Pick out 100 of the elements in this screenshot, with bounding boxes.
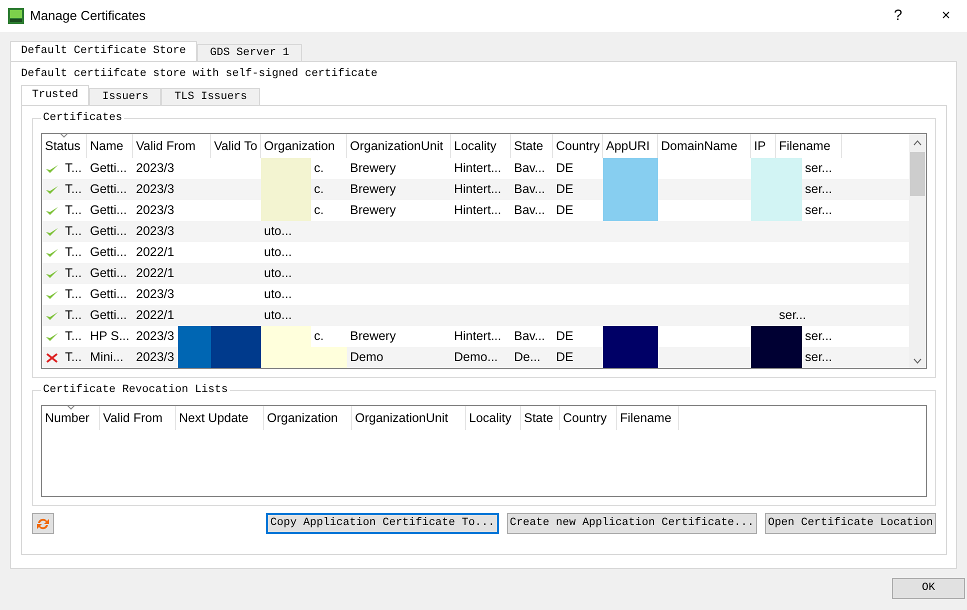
table-cell-text: T... <box>65 202 82 219</box>
table-cell-text: Brewery <box>350 181 396 198</box>
table-cell-text: Getti... <box>90 202 127 219</box>
table-cell-text: Bav... <box>514 181 546 198</box>
description-text: Default certiifcate store with self-signed certificate <box>21 67 378 82</box>
scroll-up-icon <box>913 140 922 146</box>
table-cell-text: ser... <box>805 181 832 198</box>
table-cell-text: 2022/1 <box>136 244 174 261</box>
table-cell-text: Brewery <box>350 202 396 219</box>
tab[interactable]: Issuers <box>89 88 162 105</box>
column-header[interactable]: Locality <box>466 406 521 430</box>
table-cell-text: 2022/1 <box>136 265 174 282</box>
table-cell-text: c. <box>314 160 324 177</box>
column-header[interactable]: Number <box>42 406 100 430</box>
column-header[interactable]: Valid From <box>133 134 211 158</box>
column-header[interactable]: OrganizationUnit <box>352 406 466 430</box>
tab[interactable]: GDS Server 1 <box>197 44 302 61</box>
scrollbar[interactable] <box>909 134 926 368</box>
column-header[interactable]: OrganizationUnit <box>347 134 451 158</box>
table-cell-text: 2023/3 <box>136 349 174 366</box>
table-cell-text: HP S... <box>90 328 130 345</box>
column-header[interactable]: Filename <box>617 406 679 430</box>
tab[interactable]: TLS Issuers <box>161 88 260 105</box>
column-header[interactable]: Organization <box>264 406 352 430</box>
table-cell-text: DE <box>556 349 574 366</box>
refresh-icon <box>35 516 51 531</box>
table-cell-text: Demo... <box>454 349 498 366</box>
table-cell-text: ser... <box>805 202 832 219</box>
table-cell-text: ser... <box>805 328 832 345</box>
table-cell-text: DE <box>556 181 574 198</box>
table-cell-text: 2023/3 <box>136 223 174 240</box>
table-cell-text: 2023/3 <box>136 181 174 198</box>
table-cell-text: ser... <box>779 307 806 324</box>
table-cell-text: 2023/3 <box>136 160 174 177</box>
table-cell-text: c. <box>314 328 324 345</box>
table-cell-text: Hintert... <box>454 181 502 198</box>
table-cell-text: 2023/3 <box>136 286 174 303</box>
column-header[interactable]: State <box>511 134 553 158</box>
table-cell-text: Bav... <box>514 160 546 177</box>
table-cell-text: T... <box>65 307 82 324</box>
table-cell-text: Mini... <box>90 349 124 366</box>
table-cell-text: Bav... <box>514 328 546 345</box>
table-cell-text: T... <box>65 160 82 177</box>
app-icon <box>8 8 24 24</box>
table-cell-text: T... <box>65 286 82 303</box>
table-cell-text: Getti... <box>90 265 127 282</box>
table-cell-text: Getti... <box>90 244 127 261</box>
table-cell-text: 2022/1 <box>136 307 174 324</box>
table-cell-text: c. <box>314 202 324 219</box>
column-header[interactable]: Status <box>42 134 87 158</box>
close-button[interactable]: × <box>925 4 967 28</box>
column-header[interactable]: DomainName <box>658 134 751 158</box>
tab[interactable]: Trusted <box>21 85 90 105</box>
table-cell-text: uto... <box>264 265 292 282</box>
column-header[interactable]: State <box>521 406 560 430</box>
scroll-down-icon <box>913 358 922 364</box>
table-cell-text: T... <box>65 181 82 198</box>
scroll-thumb[interactable] <box>910 152 925 196</box>
table-cell-text: uto... <box>264 244 292 261</box>
table-cell-text: T... <box>65 223 82 240</box>
table-cell-text: uto... <box>264 286 292 303</box>
refresh-button[interactable] <box>32 513 54 534</box>
action-button[interactable]: Open Certificate Location <box>764 513 936 534</box>
table-cell-text: Getti... <box>90 307 127 324</box>
column-header[interactable]: Valid To <box>211 134 261 158</box>
table-cell-text: Brewery <box>350 328 396 345</box>
action-button[interactable]: Copy Application Certificate To... <box>266 513 499 534</box>
table-cell-text: Bav... <box>514 202 546 219</box>
column-header[interactable]: Name <box>87 134 133 158</box>
table-cell-text: T... <box>65 244 82 261</box>
table-cell-text: ser... <box>805 349 832 366</box>
window-title: Manage Certificates <box>30 7 147 26</box>
table-cell-text: DE <box>556 160 574 177</box>
column-header[interactable]: Valid From <box>100 406 176 430</box>
table-cell-text: Hintert... <box>454 202 502 219</box>
table-cell-text: Getti... <box>90 160 127 177</box>
help-button[interactable]: ? <box>877 4 919 28</box>
column-header[interactable]: Locality <box>451 134 511 158</box>
table-cell-text: c. <box>314 181 324 198</box>
table-cell-text: Demo <box>350 349 384 366</box>
table-cell-text: Getti... <box>90 223 127 240</box>
table-cell-text: Getti... <box>90 181 127 198</box>
table-cell-text: DE <box>556 328 574 345</box>
column-header[interactable]: Next Update <box>176 406 264 430</box>
tab[interactable]: Default Certificate Store <box>10 41 198 61</box>
table-cell-text: uto... <box>264 307 292 324</box>
table-cell-text: T... <box>65 328 82 345</box>
action-button[interactable]: Create new Application Certificate... <box>506 513 757 534</box>
column-header[interactable]: Country <box>560 406 617 430</box>
table-cell-text: ser... <box>805 160 832 177</box>
table-cell-text: Brewery <box>350 160 396 177</box>
ok-button[interactable]: OK <box>892 578 965 599</box>
table-cell-text: DE <box>556 202 574 219</box>
column-header[interactable]: Country <box>553 134 603 158</box>
table-cell-text: De... <box>514 349 540 366</box>
table-cell-text: Hintert... <box>454 328 502 345</box>
table-cell-text: Hintert... <box>454 160 502 177</box>
table-cell-text: uto... <box>264 223 292 240</box>
table-cell-text: Getti... <box>90 286 127 303</box>
table-cell-text: T... <box>65 349 82 366</box>
